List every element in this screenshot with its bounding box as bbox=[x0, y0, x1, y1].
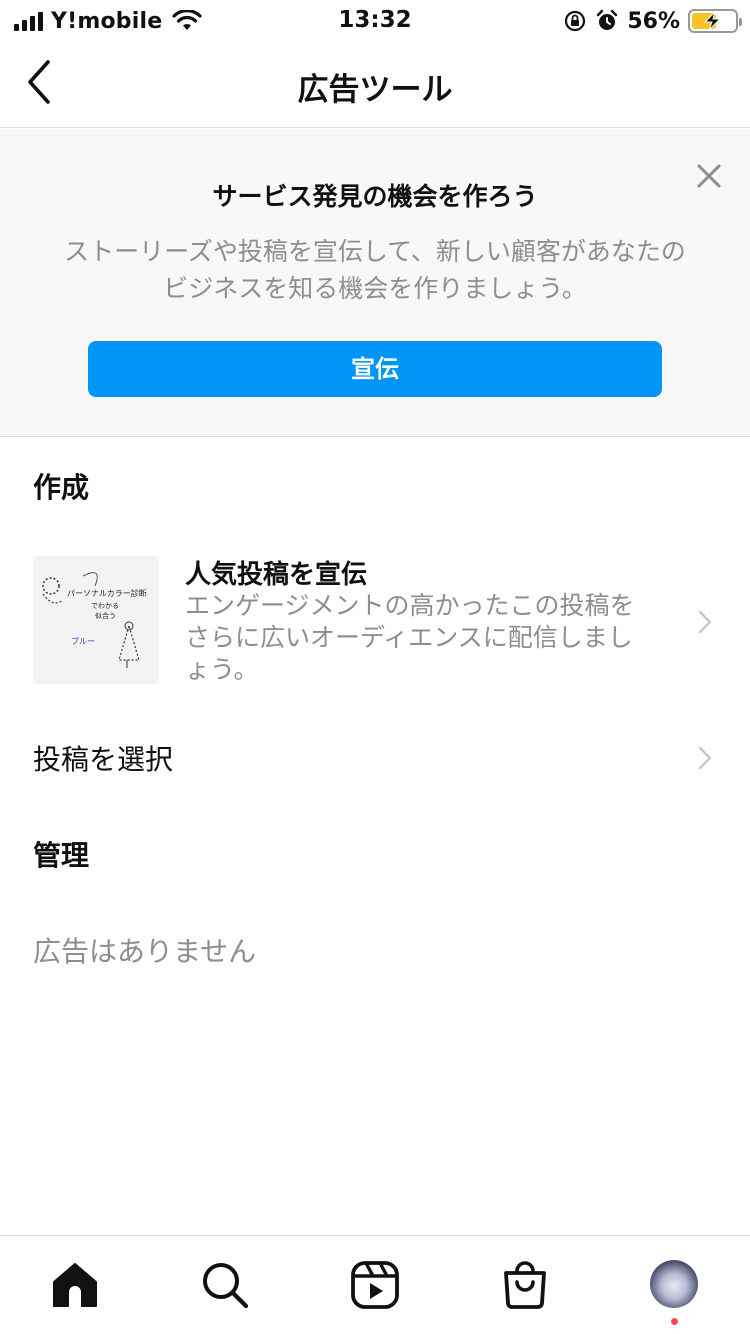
manage-section-title: 管理 bbox=[33, 839, 90, 872]
orientation-lock-icon bbox=[565, 10, 586, 32]
banner-title: サービス発見の機会を作ろう bbox=[212, 182, 538, 211]
select-post-item[interactable]: 投稿を選択 bbox=[0, 726, 750, 786]
banner-description: ストーリーズや投稿を宣伝して、新しい顧客があなたのビジネスを知る機会を作りましょ… bbox=[64, 237, 686, 303]
chevron-right-icon bbox=[698, 610, 712, 634]
battery-percent: 56% bbox=[627, 8, 680, 34]
create-section-title: 作成 bbox=[33, 471, 90, 504]
boost-title: 人気投稿を宣伝 bbox=[185, 560, 368, 590]
thumbnail-text-2: でわかる bbox=[91, 602, 119, 610]
thumbnail-text-3: 似合う bbox=[95, 611, 116, 620]
boost-description: エンゲージメントの高かったこの投稿をさらに広いオーディエンスに配信しましょう。 bbox=[185, 591, 635, 684]
reels-icon bbox=[351, 1261, 399, 1309]
thumbnail-text-1: パーソナルカラー診断 bbox=[67, 588, 147, 598]
select-post-label: 投稿を選択 bbox=[33, 743, 174, 776]
tab-search[interactable] bbox=[200, 1260, 250, 1310]
promote-button[interactable]: 宣伝 bbox=[88, 341, 662, 397]
shop-icon bbox=[504, 1261, 546, 1309]
tab-profile[interactable] bbox=[650, 1260, 700, 1310]
alarm-icon bbox=[597, 9, 618, 30]
thumbnail-text-4: ブルー bbox=[71, 636, 95, 646]
notification-dot bbox=[671, 1318, 678, 1325]
bottom-tab-bar bbox=[0, 1235, 750, 1334]
thumbnail-art: パーソナルカラー診断 でわかる 似合う ブルー bbox=[33, 556, 159, 684]
status-bar: Y!mobile 13:32 56% bbox=[0, 0, 750, 42]
search-icon bbox=[203, 1263, 249, 1309]
post-thumbnail: パーソナルカラー診断 でわかる 似合う ブルー bbox=[33, 556, 159, 684]
battery-icon bbox=[688, 9, 742, 33]
nav-bar: 広告ツール bbox=[0, 42, 750, 128]
page-title: 広告ツール bbox=[297, 72, 453, 108]
tab-home[interactable] bbox=[50, 1260, 100, 1310]
promote-banner: サービス発見の機会を作ろう ストーリーズや投稿を宣伝して、新しい顧客があなたのビ… bbox=[0, 129, 750, 437]
no-ads-message: 広告はありません bbox=[33, 935, 257, 968]
tab-reels[interactable] bbox=[350, 1260, 400, 1310]
avatar bbox=[650, 1260, 698, 1308]
chevron-right-icon bbox=[698, 746, 712, 770]
status-right: 56% bbox=[563, 6, 742, 36]
tab-shop[interactable] bbox=[500, 1260, 550, 1310]
charging-bolt-icon bbox=[703, 11, 722, 31]
boost-popular-post-item[interactable]: パーソナルカラー診断 でわかる 似合う ブルー 人気投稿を宣伝 エンゲージメント… bbox=[0, 548, 750, 696]
home-icon bbox=[53, 1263, 97, 1307]
